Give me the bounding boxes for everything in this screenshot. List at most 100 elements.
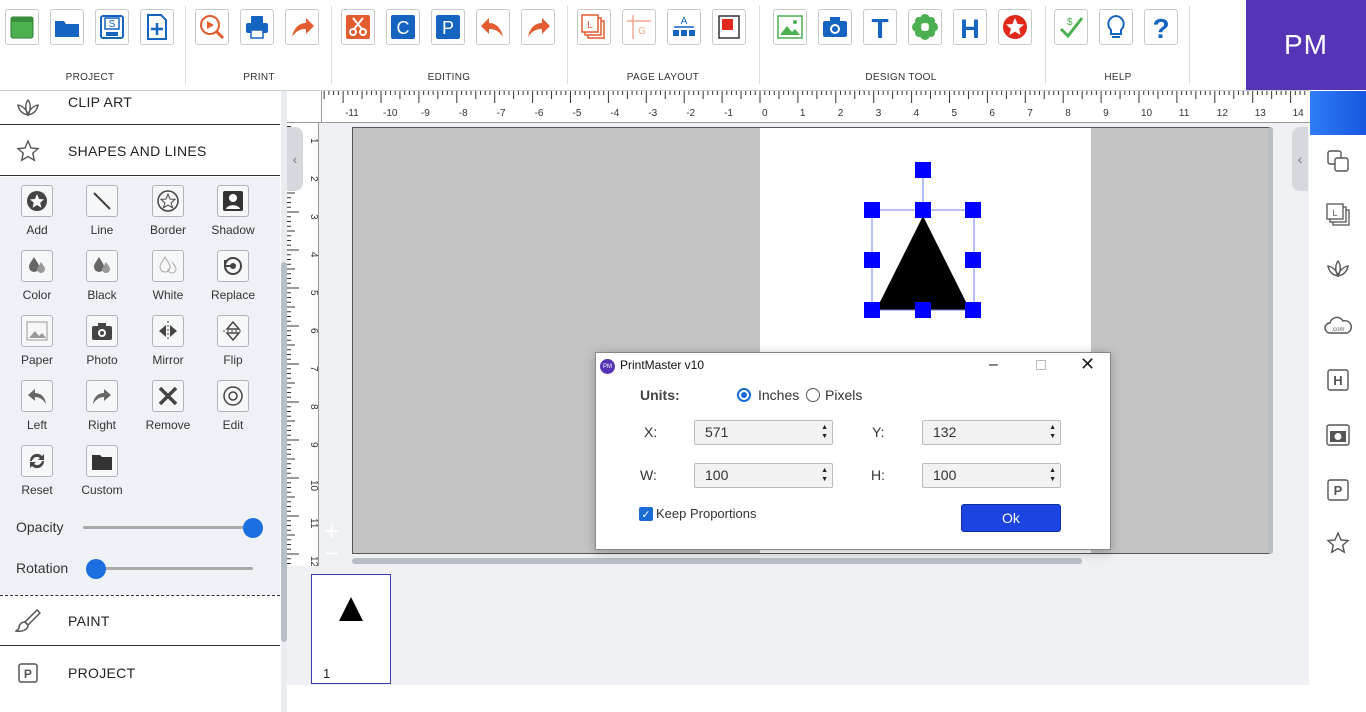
- x-input[interactable]: 571 ▲ ▼: [694, 420, 833, 445]
- resize-handle[interactable]: [864, 252, 880, 268]
- rail-headline-button[interactable]: H: [1323, 367, 1353, 397]
- tool-reset-button[interactable]: Reset: [7, 445, 67, 505]
- canvas-horizontal-scrollbar[interactable]: [352, 558, 1082, 564]
- opacity-slider-handle[interactable]: [243, 518, 263, 538]
- layout-icon: [715, 13, 743, 41]
- tool-border-button[interactable]: Border: [138, 185, 198, 245]
- add-page-icon: [143, 13, 171, 41]
- h-input[interactable]: 100 ▲ ▼: [922, 463, 1061, 488]
- section-paint[interactable]: PAINT: [0, 596, 280, 646]
- tool-label: Add: [26, 223, 48, 237]
- tool-label: Left: [26, 418, 47, 432]
- undo-button[interactable]: [476, 9, 510, 45]
- page-layout-button[interactable]: [712, 9, 746, 45]
- opacity-slider-track[interactable]: [83, 526, 253, 529]
- canvas-vertical-scrollbar[interactable]: [1268, 127, 1273, 554]
- rotation-slider-handle[interactable]: [86, 559, 106, 579]
- section-clip-art[interactable]: CLIP ART: [0, 91, 280, 125]
- open-project-button[interactable]: [50, 9, 84, 45]
- close-button[interactable]: ✕: [1080, 354, 1095, 375]
- tool-mirror-button[interactable]: Mirror: [138, 315, 198, 375]
- align-button[interactable]: A: [667, 9, 701, 45]
- resize-handle[interactable]: [965, 302, 981, 318]
- collapse-right-panel-button[interactable]: ‹: [1292, 127, 1308, 191]
- selected-triangle-shape[interactable]: [760, 128, 1091, 358]
- grid-button[interactable]: G: [622, 9, 656, 45]
- rail-layers-button[interactable]: L: [1323, 202, 1353, 232]
- spinner-arrows-icon[interactable]: ▲ ▼: [1049, 466, 1056, 484]
- rotation-slider-track[interactable]: [96, 567, 253, 570]
- tool-replace-button[interactable]: Replace: [203, 250, 263, 310]
- help-button[interactable]: ?: [1144, 9, 1178, 45]
- horizontal-ruler: -11 -10 -9 -8 -7 -6 -5 -4 -3 -2 -1 0 1 2 3 4 5 6 7 8 9 10 11 12…: [322, 91, 1310, 123]
- tool-edit-button[interactable]: Edit: [203, 380, 263, 440]
- tool-left-button[interactable]: Left: [7, 380, 67, 440]
- tool-line-button[interactable]: Line: [72, 185, 132, 245]
- tool-paper-button[interactable]: Paper: [7, 315, 67, 375]
- resize-handle[interactable]: [864, 302, 880, 318]
- section-project[interactable]: P PROJECT: [0, 647, 280, 699]
- rail-photo-button[interactable]: [1323, 422, 1353, 452]
- resize-handle[interactable]: [915, 202, 931, 218]
- minimize-button[interactable]: –: [989, 356, 998, 374]
- collapse-left-panel-button[interactable]: ‹: [287, 127, 303, 191]
- dialog-titlebar[interactable]: PM PrintMaster v10 – ✕: [596, 353, 1110, 381]
- copy-button[interactable]: C: [386, 9, 420, 45]
- units-pixels-label: Pixels: [825, 387, 863, 403]
- y-input[interactable]: 132 ▲ ▼: [922, 420, 1061, 445]
- check-button[interactable]: $: [1054, 9, 1088, 45]
- tool-label: Right: [87, 418, 116, 432]
- tool-white-button[interactable]: White: [138, 250, 198, 310]
- tool-right-button[interactable]: Right: [72, 380, 132, 440]
- units-inches-radio[interactable]: [737, 388, 751, 402]
- add-page-button[interactable]: [140, 9, 174, 45]
- keep-proportions-checkbox[interactable]: ✓: [639, 507, 653, 521]
- rail-project-button[interactable]: P: [1323, 477, 1353, 507]
- rotate-handle[interactable]: [915, 162, 931, 178]
- print-preview-button[interactable]: [195, 9, 229, 45]
- add-image-button[interactable]: [773, 9, 807, 45]
- add-shape-button[interactable]: [998, 9, 1032, 45]
- svg-text:$: $: [1067, 17, 1073, 28]
- print-button[interactable]: [240, 9, 274, 45]
- h-label: H:: [871, 467, 885, 483]
- rail-shapes-button[interactable]: [1323, 530, 1353, 561]
- tool-color-button[interactable]: Color: [7, 250, 67, 310]
- tool-photo-button[interactable]: Photo: [72, 315, 132, 375]
- tool-remove-button[interactable]: Remove: [138, 380, 198, 440]
- w-input[interactable]: 100 ▲ ▼: [694, 463, 833, 488]
- zoom-out-button[interactable]: −: [324, 540, 339, 566]
- add-photo-button[interactable]: [818, 9, 852, 45]
- cut-button[interactable]: [341, 9, 375, 45]
- redo-button[interactable]: [521, 9, 555, 45]
- ok-button[interactable]: Ok: [961, 504, 1061, 532]
- resize-handle[interactable]: [965, 202, 981, 218]
- rail-arrange-button[interactable]: [1323, 148, 1353, 178]
- section-shapes-and-lines[interactable]: SHAPES AND LINES: [0, 126, 280, 176]
- tool-label: Replace: [210, 288, 256, 302]
- paste-button[interactable]: P: [431, 9, 465, 45]
- tips-button[interactable]: [1099, 9, 1133, 45]
- tool-black-button[interactable]: Black: [72, 250, 132, 310]
- resize-handle[interactable]: [864, 202, 880, 218]
- tool-shadow-button[interactable]: Shadow: [203, 185, 263, 245]
- save-button[interactable]: S: [95, 9, 129, 45]
- new-project-button[interactable]: [5, 9, 39, 45]
- rail-online-button[interactable]: .com: [1323, 312, 1353, 342]
- rail-clipart-button[interactable]: [1323, 257, 1353, 287]
- spinner-arrows-icon[interactable]: ▲ ▼: [821, 466, 828, 484]
- tool-custom-button[interactable]: Custom: [72, 445, 132, 505]
- resize-handle[interactable]: [965, 252, 981, 268]
- units-pixels-radio[interactable]: [806, 388, 820, 402]
- shapes-tools-panel: Add Line Border Shadow Color Black White Replac…: [0, 177, 280, 595]
- add-headline-button[interactable]: H: [953, 9, 987, 45]
- add-text-button[interactable]: T: [863, 9, 897, 45]
- resize-handle[interactable]: [915, 302, 931, 318]
- share-button[interactable]: [285, 9, 319, 45]
- tool-add-button[interactable]: Add: [7, 185, 67, 245]
- spinner-arrows-icon[interactable]: ▲ ▼: [821, 423, 828, 441]
- layers-button[interactable]: L: [577, 9, 611, 45]
- add-clipart-button[interactable]: [908, 9, 942, 45]
- spinner-arrows-icon[interactable]: ▲ ▼: [1049, 423, 1056, 441]
- tool-flip-button[interactable]: Flip: [203, 315, 263, 375]
